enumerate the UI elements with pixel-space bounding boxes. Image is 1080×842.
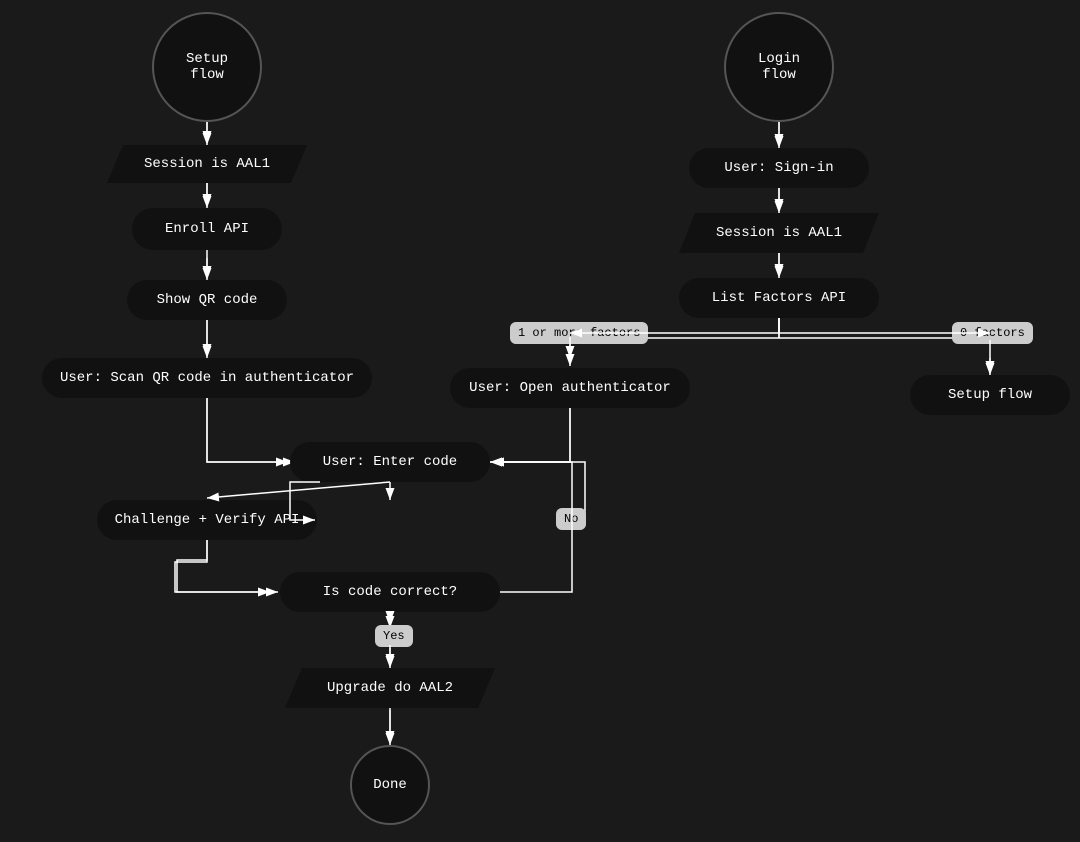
login-flow-top-node: Login flow bbox=[724, 12, 834, 122]
upgrade-aal2-node: Upgrade do AAL2 bbox=[285, 668, 495, 708]
user-open-auth-node: User: Open authenticator bbox=[450, 368, 690, 408]
arrows-svg bbox=[0, 0, 1080, 842]
one-or-more-factors-badge: 1 or more factors bbox=[510, 322, 648, 344]
session-aal1-left-node: Session is AAL1 bbox=[107, 145, 307, 183]
user-signin-node: User: Sign-in bbox=[689, 148, 869, 188]
user-scan-node: User: Scan QR code in authenticator bbox=[42, 358, 372, 398]
setup-flow-right-node: Setup flow bbox=[910, 375, 1070, 415]
list-factors-api-node: List Factors API bbox=[679, 278, 879, 318]
setup-flow-top-node: Setup flow bbox=[152, 12, 262, 122]
no-badge: No bbox=[556, 508, 586, 530]
yes-badge: Yes bbox=[375, 625, 413, 647]
enroll-api-node: Enroll API bbox=[132, 208, 282, 250]
arrows-svg-2 bbox=[0, 0, 1080, 842]
is-code-correct-node: Is code correct? bbox=[280, 572, 500, 612]
zero-factors-badge: 0 factors bbox=[952, 322, 1033, 344]
show-qr-node: Show QR code bbox=[127, 280, 287, 320]
session-aal1-right-node: Session is AAL1 bbox=[679, 213, 879, 253]
challenge-verify-node: Challenge + Verify API bbox=[97, 500, 317, 540]
user-enter-code-node: User: Enter code bbox=[290, 442, 490, 482]
done-node: Done bbox=[350, 745, 430, 825]
diagram: Setup flow Session is AAL1 Enroll API Sh… bbox=[0, 0, 1080, 842]
